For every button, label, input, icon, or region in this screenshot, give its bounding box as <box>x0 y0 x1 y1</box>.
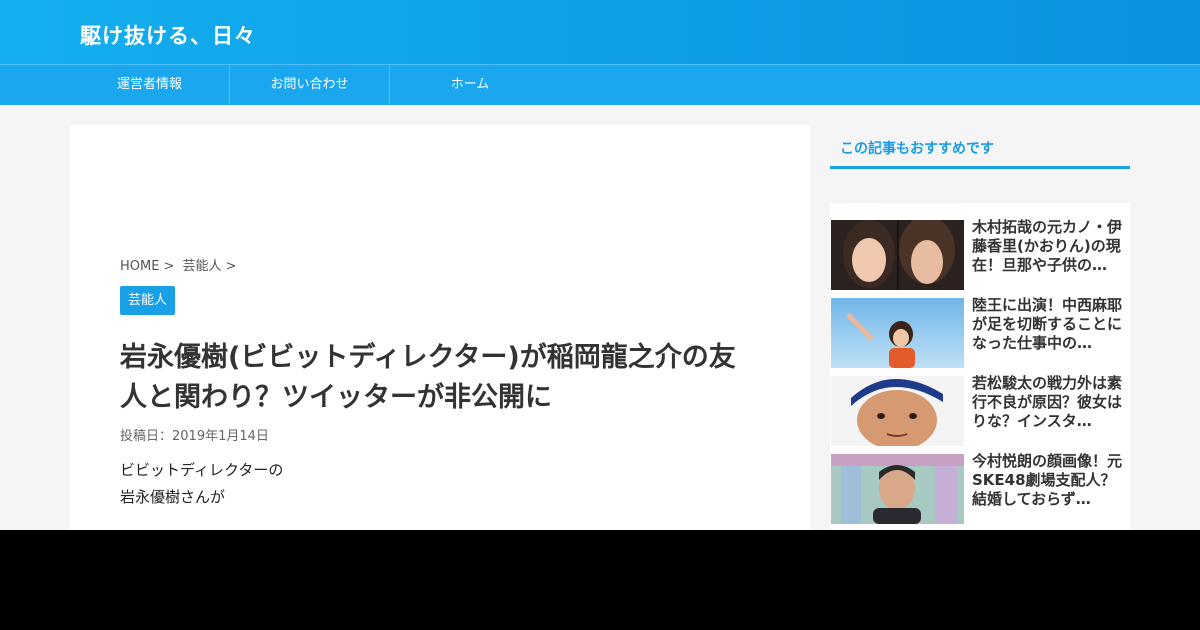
category-badge[interactable]: 芸能人 <box>120 286 176 315</box>
bottom-black-bar <box>0 530 1200 630</box>
recommended-thumbnail[interactable] <box>831 220 964 290</box>
nav-item-operator-info[interactable]: 運営者情報 <box>70 65 230 105</box>
site-header: 駆け抜ける、日々 <box>0 0 1200 64</box>
recommended-title[interactable]: 陸王に出演！中西麻耶が足を切断することになった仕事中の… <box>972 296 1130 353</box>
recommended-item[interactable]: 陸王に出演！中西麻耶が足を切断することになった仕事中の… <box>830 296 1130 370</box>
recommended-thumbnail[interactable] <box>831 376 964 446</box>
recommended-list: 木村拓哉の元カノ・伊藤香里(かおりん)の現在！旦那や子供の… 陸王に出演！中西麻… <box>830 203 1130 533</box>
site-title[interactable]: 駆け抜ける、日々 <box>80 20 256 50</box>
global-nav: 運営者情報 お問い合わせ ホーム <box>0 64 1200 105</box>
recommended-thumbnail[interactable] <box>831 298 964 368</box>
article-card: HOME > 芸能人 > 芸能人 岩永優樹(ビビットディレクター)が稲岡龍之介の友人… <box>70 125 810 545</box>
recommended-title[interactable]: 今村悦朗の顔画像！元SKE48劇場支配人？結婚しておらず… <box>972 452 1130 509</box>
breadcrumb-separator: > <box>163 259 175 274</box>
post-date: 投稿日：2019年1月14日 <box>120 429 269 444</box>
recommended-title[interactable]: 若松駿太の戦力外は素行不良が原因？彼女はりな？インスタ… <box>972 374 1130 431</box>
breadcrumb-separator: > <box>225 259 237 274</box>
recommended-thumbnail[interactable] <box>831 454 964 524</box>
breadcrumb-home[interactable]: HOME <box>120 259 159 274</box>
sidebar-heading: この記事もおすすめです <box>830 125 1130 169</box>
post-title: 岩永優樹(ビビットディレクター)が稲岡龍之介の友人と関わり？ツイッターが非公開に <box>120 342 736 413</box>
post-body: ビビットディレクターの 岩永優樹さんが <box>120 457 283 511</box>
recommended-item[interactable]: 若松駿太の戦力外は素行不良が原因？彼女はりな？インスタ… <box>830 374 1130 448</box>
post-body-line: 岩永優樹さんが <box>120 488 226 506</box>
sidebar-heading-label: この記事もおすすめです <box>840 141 994 157</box>
breadcrumb: HOME > 芸能人 > <box>120 255 240 274</box>
recommended-title[interactable]: 木村拓哉の元カノ・伊藤香里(かおりん)の現在！旦那や子供の… <box>972 218 1130 275</box>
recommended-item[interactable]: 今村悦朗の顔画像！元SKE48劇場支配人？結婚しておらず… <box>830 452 1130 526</box>
nav-item-contact[interactable]: お問い合わせ <box>230 65 390 105</box>
post-body-line: ビビットディレクターの <box>120 461 284 479</box>
breadcrumb-category[interactable]: 芸能人 <box>183 259 222 274</box>
nav-item-home[interactable]: ホーム <box>390 65 550 105</box>
recommended-item[interactable]: 木村拓哉の元カノ・伊藤香里(かおりん)の現在！旦那や子供の… <box>830 218 1130 292</box>
